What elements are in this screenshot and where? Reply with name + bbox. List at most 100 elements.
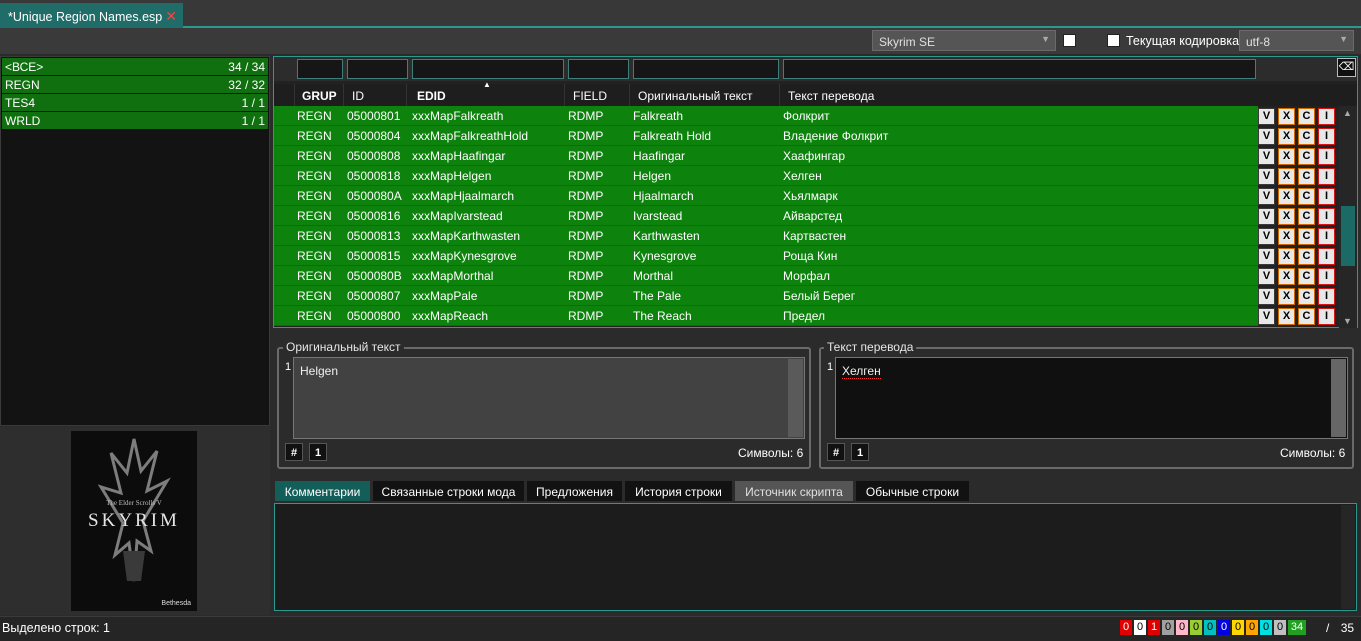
table-row[interactable]: REGN 0500080A xxxMapHjaalmarch RDMP Hjaalmar… [274,186,1258,206]
tab-suggestions[interactable]: Предложения [526,480,623,502]
copy-button[interactable]: C [1298,228,1315,245]
comments-panel[interactable] [274,503,1357,611]
status-counter[interactable]: 0 [1260,620,1272,635]
copy-button[interactable]: C [1298,268,1315,285]
table-row[interactable]: REGN 05000815 xxxMapKynesgrove RDMP Kynesgro… [274,246,1258,266]
copy-button[interactable]: C [1298,208,1315,225]
game-checkbox[interactable] [1063,34,1076,47]
line-one-button[interactable]: 1 [309,443,327,461]
info-button[interactable]: I [1318,188,1335,205]
column-header-original[interactable]: Оригинальный текст [629,84,779,106]
text-scrollbar[interactable] [788,359,803,437]
info-button[interactable]: I [1318,108,1335,125]
table-row[interactable]: REGN 05000808 xxxMapHaafingar RDMP Haafingar… [274,146,1258,166]
reject-button[interactable]: X [1278,188,1295,205]
status-counter[interactable]: 0 [1274,620,1286,635]
tab-related-mod-strings[interactable]: Связанные строки мода [372,480,525,502]
eraser-icon[interactable]: ⌫ [1337,58,1356,77]
tab-comments[interactable]: Комментарии [274,480,371,502]
table-row[interactable]: REGN 05000804 xxxMapFalkreathHold RDMP Falkr… [274,126,1258,146]
verify-button[interactable]: V [1258,148,1275,165]
reject-button[interactable]: X [1278,228,1295,245]
reject-button[interactable]: X [1278,168,1295,185]
file-tab[interactable]: *Unique Region Names.esp ✕ [0,3,183,28]
chevron-up-icon[interactable]: ▲ [1343,108,1352,118]
reject-button[interactable]: X [1278,148,1295,165]
column-header-translation[interactable]: Текст перевода [779,84,1257,106]
copy-button[interactable]: C [1298,128,1315,145]
copy-button[interactable]: C [1298,248,1315,265]
status-counter[interactable]: 0 [1120,620,1132,635]
info-button[interactable]: I [1318,288,1335,305]
info-button[interactable]: I [1318,228,1335,245]
tab-regular-strings[interactable]: Обычные строки [855,480,970,502]
grid-scrollbar[interactable]: ▲ ▼ [1339,106,1357,328]
list-item-tes4[interactable]: TES4 1 / 1 [2,94,268,111]
status-counter[interactable]: 0 [1204,620,1216,635]
table-row[interactable]: REGN 05000816 xxxMapIvarstead RDMP Ivarstead… [274,206,1258,226]
game-select[interactable]: Skyrim SE ▼ [872,30,1056,51]
status-counter[interactable]: 0 [1232,620,1244,635]
copy-button[interactable]: C [1298,288,1315,305]
status-counter[interactable]: 0 [1218,620,1230,635]
filter-grup-input[interactable] [297,59,343,79]
status-counter[interactable]: 0 [1134,620,1146,635]
info-button[interactable]: I [1318,208,1335,225]
reject-button[interactable]: X [1278,308,1295,325]
chevron-down-icon[interactable]: ▼ [1343,316,1352,326]
info-button[interactable]: I [1318,148,1335,165]
copy-button[interactable]: C [1298,168,1315,185]
filter-translation-input[interactable] [783,59,1256,79]
info-button[interactable]: I [1318,128,1335,145]
reject-button[interactable]: X [1278,288,1295,305]
filter-edid-input[interactable] [412,59,564,79]
status-counter[interactable]: 34 [1288,620,1306,635]
list-item-wrld[interactable]: WRLD 1 / 1 [2,112,268,129]
filter-field-input[interactable] [568,59,629,79]
tab-string-history[interactable]: История строки [624,480,733,502]
original-text-area[interactable]: Helgen [293,357,805,439]
reject-button[interactable]: X [1278,268,1295,285]
table-row[interactable]: REGN 0500080B xxxMapMorthal RDMP Morthal Морф… [274,266,1258,286]
table-row[interactable]: REGN 05000813 xxxMapKarthwasten RDMP Karthwa… [274,226,1258,246]
verify-button[interactable]: V [1258,168,1275,185]
scrollbar-thumb[interactable] [1341,206,1355,266]
status-counter[interactable]: 0 [1162,620,1174,635]
column-header-field[interactable]: FIELD [564,84,629,106]
copy-button[interactable]: C [1298,108,1315,125]
verify-button[interactable]: V [1258,188,1275,205]
info-button[interactable]: I [1318,308,1335,325]
verify-button[interactable]: V [1258,228,1275,245]
info-button[interactable]: I [1318,268,1335,285]
reject-button[interactable]: X [1278,248,1295,265]
encoding-select[interactable]: utf-8 ▼ [1239,30,1354,51]
verify-button[interactable]: V [1258,248,1275,265]
hash-button[interactable]: # [285,443,303,461]
list-item-all[interactable]: <ВСЕ> 34 / 34 [2,58,268,75]
info-button[interactable]: I [1318,168,1335,185]
line-one-button[interactable]: 1 [851,443,869,461]
verify-button[interactable]: V [1258,208,1275,225]
info-button[interactable]: I [1318,248,1335,265]
column-header-grup[interactable]: GRUP [294,84,343,106]
table-row[interactable]: REGN 05000818 xxxMapHelgen RDMP Helgen Хелген [274,166,1258,186]
filter-id-input[interactable] [347,59,408,79]
close-icon[interactable]: ✕ [165,8,177,25]
status-counter[interactable]: 0 [1176,620,1188,635]
status-counter[interactable]: 1 [1148,620,1160,635]
copy-button[interactable]: C [1298,148,1315,165]
verify-button[interactable]: V [1258,128,1275,145]
reject-button[interactable]: X [1278,108,1295,125]
copy-button[interactable]: C [1298,308,1315,325]
copy-button[interactable]: C [1298,188,1315,205]
translation-text-area[interactable]: Хелген [835,357,1348,439]
verify-button[interactable]: V [1258,288,1275,305]
comments-scrollbar[interactable] [1341,505,1355,609]
status-counter[interactable]: 0 [1190,620,1202,635]
list-item-regn[interactable]: REGN 32 / 32 [2,76,268,93]
table-row[interactable]: REGN 05000801 xxxMapFalkreath RDMP Falkreath… [274,106,1258,126]
encoding-checkbox[interactable] [1107,34,1120,47]
table-row[interactable]: REGN 05000807 xxxMapPale RDMP The Pale Белый … [274,286,1258,306]
filter-original-input[interactable] [633,59,779,79]
status-counter[interactable]: 0 [1246,620,1258,635]
